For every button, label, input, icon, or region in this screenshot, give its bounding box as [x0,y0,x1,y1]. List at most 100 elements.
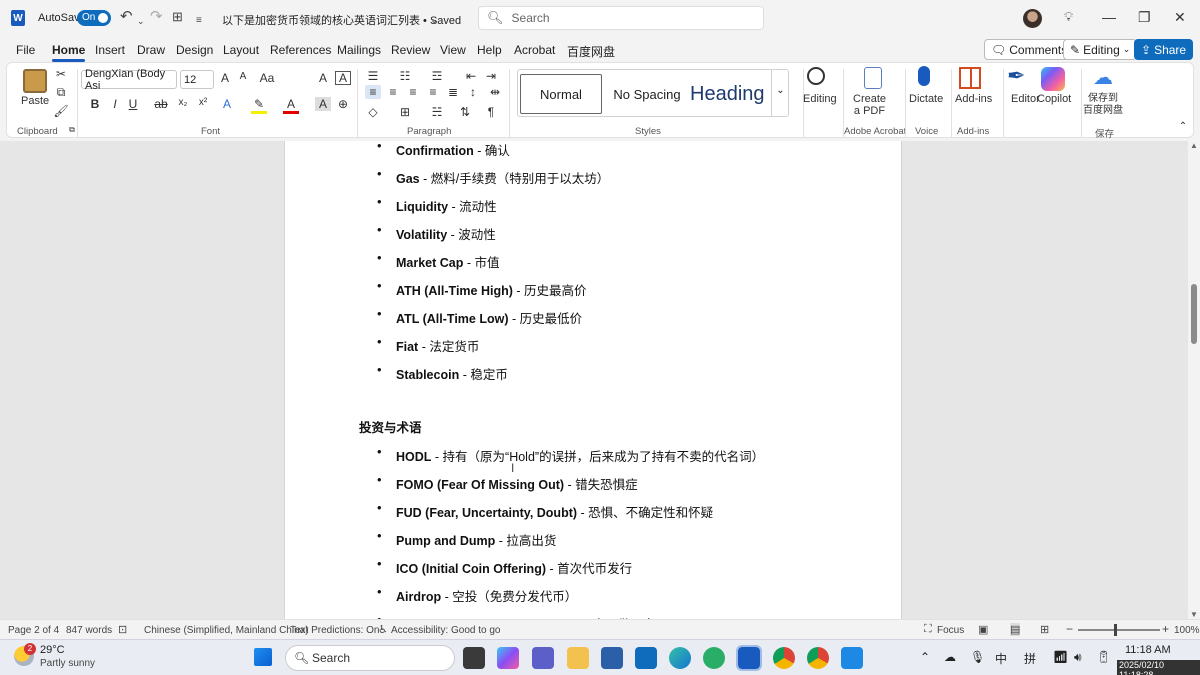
tab-acrobat[interactable]: Acrobat [514,43,555,57]
chrome-icon[interactable] [773,647,795,669]
clock-time[interactable]: 11:18 AM [1125,644,1171,656]
ime-language[interactable]: 中 [995,650,1007,667]
tab-help[interactable]: Help [477,43,502,57]
grow-font-icon[interactable]: A [217,71,233,85]
taskbar-search[interactable]: 🔍︎ Search [285,645,455,671]
editor-button[interactable]: Editor [1011,93,1040,105]
edge-icon[interactable] [669,647,691,669]
zoom-level[interactable]: 100% [1174,625,1200,636]
bold-icon[interactable]: B [87,97,103,111]
tab-mailings[interactable]: Mailings [337,43,381,57]
read-mode-icon[interactable]: ▣ [978,623,988,636]
word-taskbar-icon[interactable] [736,645,762,671]
copilot-taskbar-icon[interactable] [497,647,519,669]
text-box-icon[interactable]: A [335,71,351,85]
weather-desc[interactable]: Partly sunny [40,658,95,669]
minimize-icon[interactable]: — [1102,9,1116,25]
create-pdf-icon[interactable] [864,67,882,89]
sort-icon[interactable]: ⇅ [457,105,473,119]
strikethrough-icon[interactable]: ab [153,97,169,111]
clear-formatting-icon[interactable]: A [315,71,331,85]
bullets-icon[interactable]: ☰ [365,69,381,83]
vertical-scrollbar[interactable]: ▲ ▼ [1188,141,1200,619]
addins-button[interactable]: Add-ins [955,93,992,105]
undo-dropdown-icon[interactable]: ⌄ [137,13,145,29]
onedrive-icon[interactable]: ☁ [944,650,956,664]
italic-icon[interactable]: I [107,97,123,111]
style-heading-1[interactable]: Heading 1 [690,74,770,114]
tray-mic-icon[interactable]: 🎙︎ [970,650,985,664]
font-size-select[interactable]: 12 [180,70,214,89]
increase-indent-icon[interactable]: ⇥ [483,69,499,83]
document-page[interactable]: • Confirmation - 确认 • Gas - 燃料/手续费（特别用于以太坊）… [284,141,902,619]
enclose-character-icon[interactable]: ⊕ [335,97,351,111]
language-status[interactable]: Chinese (Simplified, Mainland China) [144,625,309,636]
speaker-icon[interactable]: 🔊︎ [1074,650,1082,665]
wifi-icon[interactable]: 📶︎ [1053,650,1068,664]
page-count[interactable]: Page 2 of 4 [8,625,59,636]
multilevel-list-icon[interactable]: ☲ [429,69,445,83]
baidu-save-button[interactable]: 保存到 百度网盘 [1083,93,1123,117]
addins-grid-icon[interactable] [959,67,981,89]
accessibility-status[interactable]: Accessibility: Good to go [391,625,501,636]
comments-button[interactable]: 🗨︎ Comments [984,39,1075,60]
editing-mode-button[interactable]: ✎ Editing ⌄ [1063,39,1138,60]
document-title[interactable]: 以下是加密货币领域的核心英语词汇列表 • Saved [222,12,461,28]
tab-review[interactable]: Review [391,43,430,57]
collapse-ribbon-icon[interactable]: ⌃ [1175,121,1191,132]
restore-icon[interactable]: ❐ [1138,9,1151,26]
tab-home[interactable]: Home [52,43,86,62]
font-color-icon[interactable]: A [283,97,299,114]
styles-more-icon[interactable]: ⌄ [771,69,789,117]
ime-mode[interactable]: 拼 [1024,650,1036,667]
windows-start-icon[interactable] [254,648,272,666]
redo-icon[interactable]: ↷ [150,9,163,25]
proofing-icon[interactable]: ⊡ [118,623,127,636]
chinese-layout-icon[interactable]: ☵ [429,105,445,119]
save-layout-icon[interactable]: ⊞ [172,9,183,25]
print-layout-icon[interactable]: ▤ [1010,623,1021,636]
tab-file[interactable]: File [16,43,35,57]
underline-icon[interactable]: U [125,97,141,111]
undo-icon[interactable]: ↶ [120,9,133,25]
copy-icon[interactable]: ⧉ [53,85,69,100]
teams-icon[interactable] [532,647,554,669]
microphone-icon[interactable] [918,66,930,86]
tab-insert[interactable]: Insert [95,43,125,57]
word-count[interactable]: 847 words [66,625,112,636]
borders-icon[interactable]: ⊞ [397,105,413,119]
style-normal[interactable]: Normal [520,74,602,114]
scrollbar-thumb[interactable] [1191,284,1197,344]
justify-icon[interactable]: ≡ [425,85,441,99]
copilot-button[interactable]: Copilot [1037,93,1071,105]
battery-icon[interactable]: 🔋︎ [1096,650,1111,664]
tab-draw[interactable]: Draw [137,43,165,57]
close-icon[interactable]: ✕ [1174,9,1186,26]
editing-button[interactable]: Editing [803,93,837,105]
style-no-spacing[interactable]: No Spacing [606,74,688,114]
tab-layout[interactable]: Layout [223,43,259,57]
align-right-icon[interactable]: ≡ [405,85,421,99]
copilot-icon[interactable] [1041,67,1065,91]
share-button[interactable]: ⇪ Share [1134,39,1194,60]
align-left-icon[interactable]: ≡ [365,85,381,99]
clock-date[interactable]: 2025/02/10 11:18:28 [1117,660,1200,675]
numbering-icon[interactable]: ☷ [397,69,413,83]
avatar[interactable] [1023,9,1042,28]
zoom-slider-thumb[interactable] [1114,624,1117,636]
align-center-icon[interactable]: ≡ [385,85,401,99]
subscript-icon[interactable]: x₂ [175,97,191,108]
distributed-icon[interactable]: ≣ [445,85,461,99]
tab-view[interactable]: View [440,43,466,57]
asian-layout-icon[interactable]: ⇹ [487,85,503,99]
autosave-toggle[interactable]: On [77,10,111,26]
tab-baidu[interactable]: 百度网盘 [567,43,615,60]
task-view-icon[interactable] [463,647,485,669]
font-name-select[interactable]: DengXian (Body Asi [81,68,177,92]
weather-temp[interactable]: 29°C [40,644,65,656]
tab-references[interactable]: References [270,43,331,57]
decrease-indent-icon[interactable]: ⇤ [463,69,479,83]
cut-icon[interactable]: ✂ [53,67,69,81]
show-marks-icon[interactable]: ¶ [483,105,499,119]
baidu-cloud-icon[interactable]: ☁ [1093,65,1113,90]
